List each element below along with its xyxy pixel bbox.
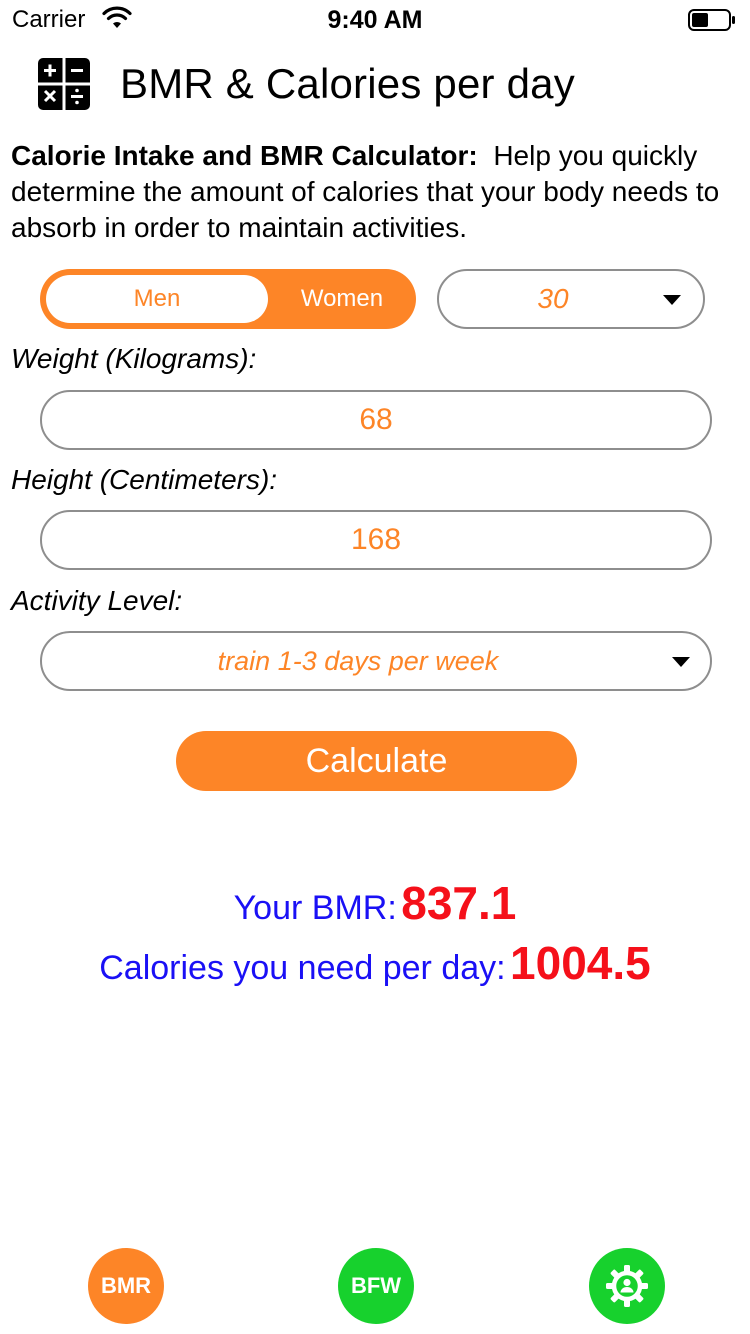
tab-bmr[interactable]: BMR — [88, 1248, 164, 1324]
bmr-result: Your BMR: 837.1 — [0, 876, 750, 930]
weight-label: Weight (Kilograms): — [11, 343, 257, 374]
calculate-button[interactable]: Calculate — [176, 731, 577, 791]
activity-select[interactable]: train 1-3 days per week — [40, 631, 712, 691]
gender-option-women[interactable]: Women — [268, 269, 416, 329]
status-bar: Carrier 9:40 AM — [0, 0, 750, 40]
intro-text: Calorie Intake and BMR Calculator: Help … — [11, 138, 741, 246]
activity-value: train 1-3 days per week — [217, 645, 499, 676]
intro-bold: Calorie Intake and BMR Calculator: — [11, 140, 478, 171]
status-time: 9:40 AM — [327, 6, 423, 34]
bmr-result-value: 837.1 — [401, 877, 517, 929]
calories-result-label: Calories you need per day: — [99, 949, 506, 987]
calculator-icon — [38, 58, 90, 110]
bmr-result-label: Your BMR: — [233, 889, 397, 927]
age-select[interactable]: 30 — [437, 269, 705, 329]
height-input[interactable]: 168 — [40, 510, 712, 570]
tab-bfw[interactable]: BFW — [338, 1248, 414, 1324]
weight-input[interactable]: 68 — [40, 390, 712, 450]
activity-label: Activity Level: — [11, 585, 183, 616]
height-label: Height (Centimeters): — [11, 464, 278, 495]
gender-segmented-control: Men Women — [40, 269, 416, 329]
gender-option-men[interactable]: Men — [46, 275, 268, 323]
tab-settings[interactable] — [589, 1248, 665, 1324]
caret-down-icon — [672, 657, 690, 667]
gear-icon — [606, 1265, 648, 1307]
caret-down-icon — [663, 295, 681, 305]
battery-icon — [688, 9, 735, 31]
calories-result-value: 1004.5 — [510, 937, 651, 989]
page-title: BMR & Calories per day — [120, 60, 575, 107]
calories-result: Calories you need per day: 1004.5 — [0, 936, 750, 990]
age-value: 30 — [537, 283, 569, 314]
